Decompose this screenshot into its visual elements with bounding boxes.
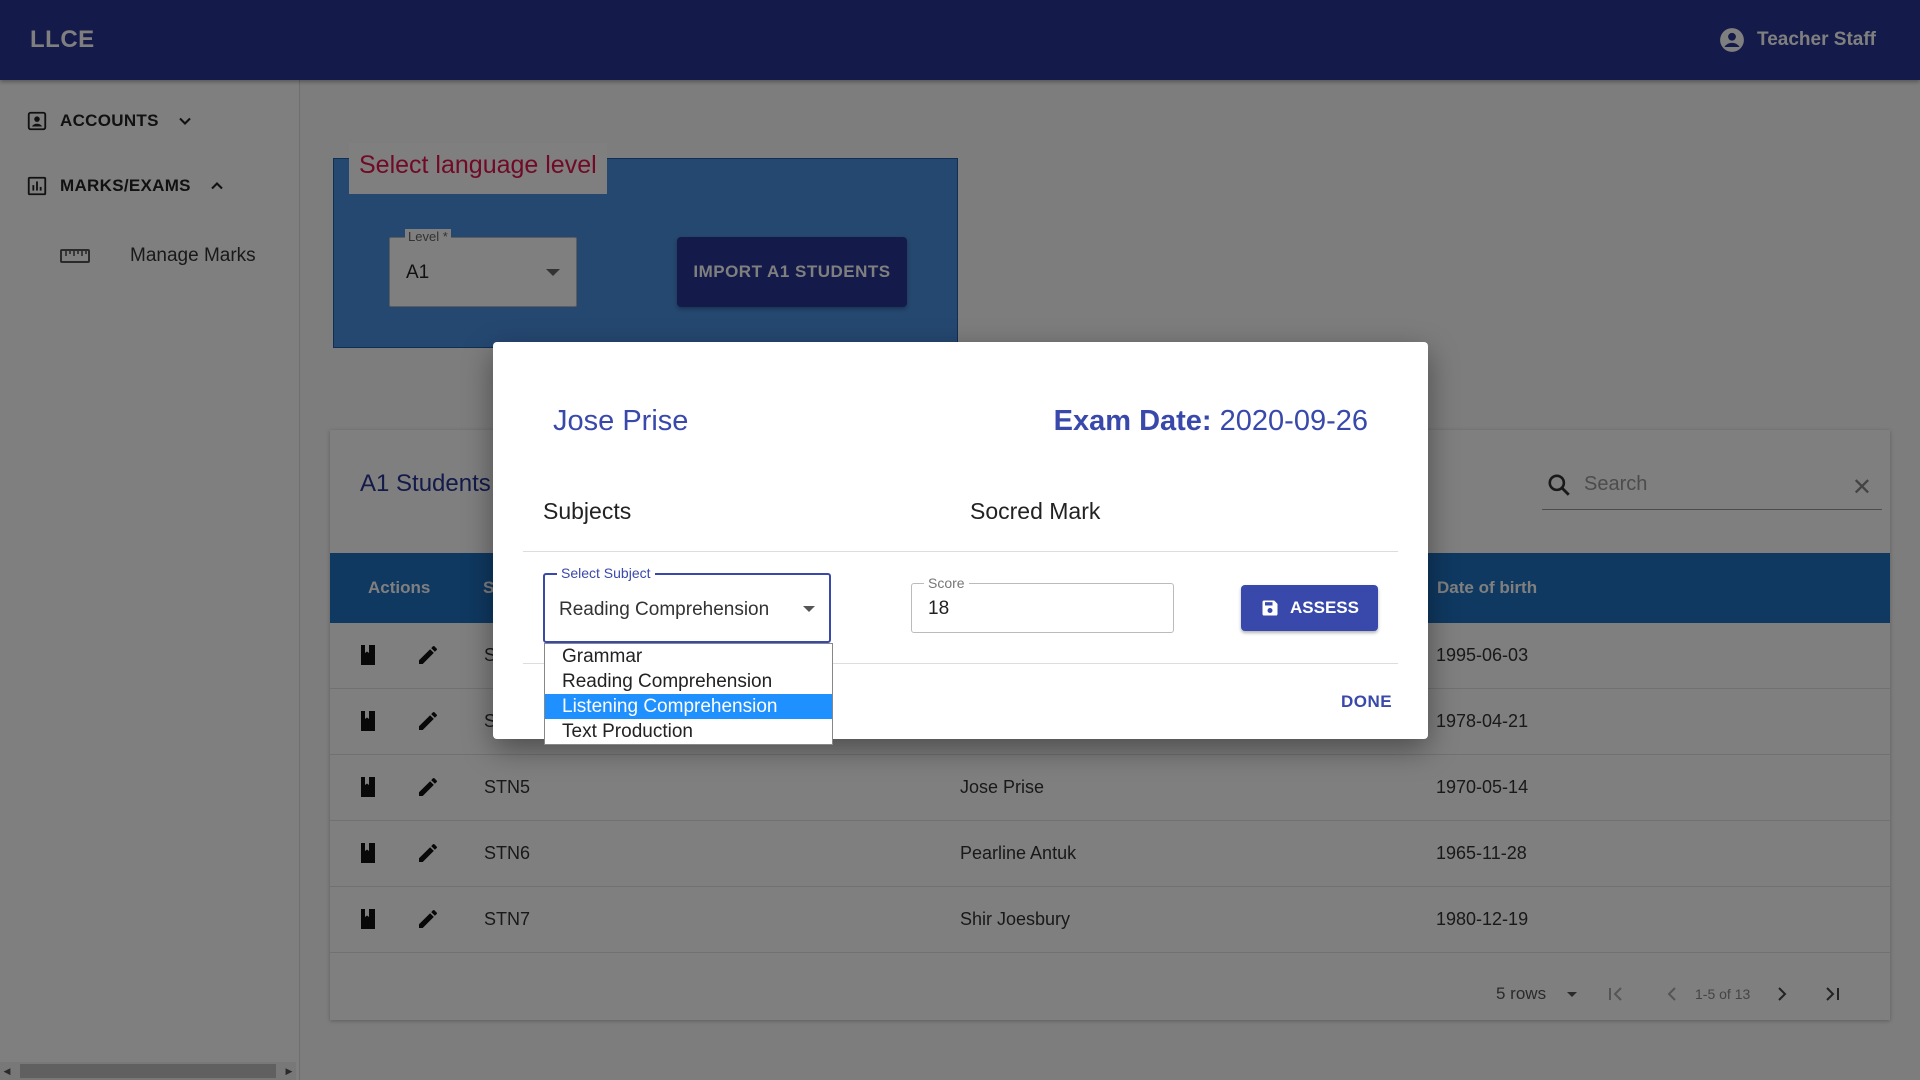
score-field[interactable]: Score 18: [911, 575, 1174, 633]
student-name: Jose Prise: [553, 405, 689, 437]
score-label: Score: [924, 575, 969, 591]
exam-date-value: 2020-09-26: [1219, 405, 1368, 437]
done-button[interactable]: DONE: [1341, 692, 1392, 712]
subject-select[interactable]: Select Subject Reading Comprehension: [543, 565, 831, 643]
scored-mark-heading: Socred Mark: [970, 498, 1101, 524]
exam-date: Exam Date: 2020-09-26: [1054, 405, 1368, 438]
subject-select-label: Select Subject: [557, 565, 655, 581]
subject-option[interactable]: Reading Comprehension: [545, 669, 832, 694]
exam-date-label: Exam Date:: [1053, 405, 1212, 437]
subject-option-highlighted[interactable]: Listening Comprehension: [545, 694, 832, 719]
divider: [523, 551, 1398, 552]
subject-option[interactable]: Text Production: [545, 719, 832, 744]
assess-label: ASSESS: [1290, 598, 1359, 617]
score-value[interactable]: 18: [928, 598, 949, 620]
subject-select-value: Reading Comprehension: [559, 599, 770, 620]
caret-down-icon: [803, 606, 815, 612]
subject-option[interactable]: Grammar: [545, 644, 832, 669]
save-icon: [1262, 600, 1278, 616]
subjects-heading: Subjects: [543, 498, 632, 524]
assess-button[interactable]: ASSESS: [1241, 585, 1378, 631]
subject-dropdown-list: Grammar Reading Comprehension Listening …: [544, 643, 833, 745]
